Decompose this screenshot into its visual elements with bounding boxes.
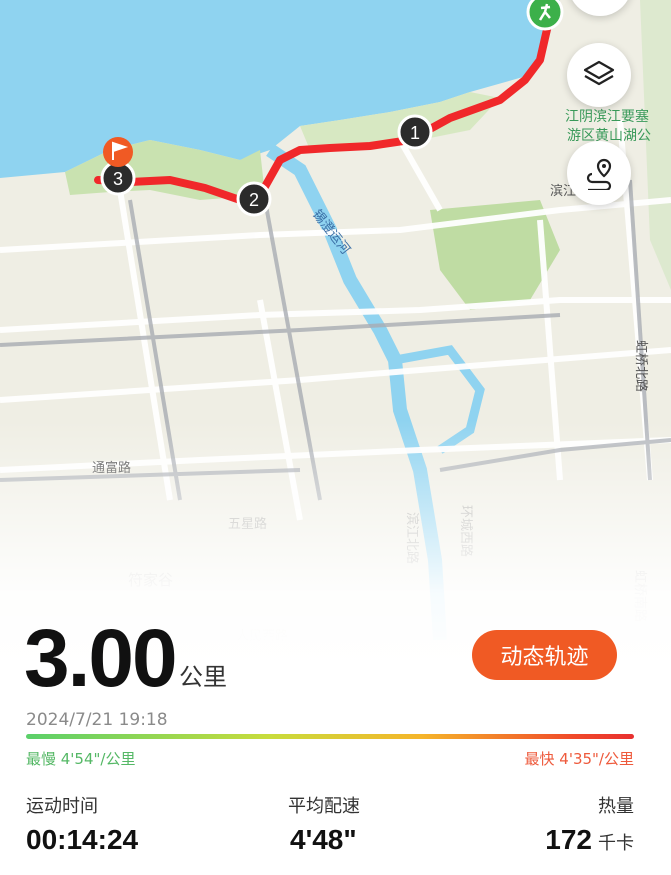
map-view[interactable]: 1 2 3 江阴滨江要塞 游区黄山湖公 滨江 锡澄运河 虹桥北路 通富路 五星路… (0, 0, 671, 875)
calorie-block: 172 千卡 (545, 824, 634, 856)
distance-unit: 公里 (179, 663, 227, 691)
calorie-unit: 千卡 (598, 833, 634, 854)
svg-text:游区黄山湖公: 游区黄山湖公 (567, 127, 651, 144)
route-pin-icon (586, 158, 612, 190)
start-runner-icon (526, 0, 564, 31)
km-marker-1: 1 (397, 114, 433, 150)
svg-text:人民西路: 人民西路 (236, 628, 288, 644)
workout-datetime: 2024/7/21 19:18 (26, 710, 168, 730)
svg-text:符家谷: 符家谷 (128, 571, 173, 589)
svg-text:环城西路: 环城西路 (458, 505, 474, 557)
svg-text:五星路: 五星路 (228, 516, 267, 532)
svg-text:中山: 中山 (571, 690, 586, 716)
svg-text:2: 2 (249, 190, 259, 210)
layers-icon (583, 60, 615, 86)
animate-track-button[interactable]: 动态轨迹 (472, 630, 617, 680)
map-layers-button[interactable] (567, 43, 631, 107)
finish-flag-icon (103, 137, 133, 167)
calorie-label: 热量 (598, 796, 634, 817)
route-button[interactable] (567, 141, 631, 205)
time-label: 运动时间 (26, 796, 98, 817)
pace-label: 平均配速 (288, 796, 360, 817)
svg-text:青山路: 青山路 (356, 695, 395, 711)
svg-text:虹桥南路: 虹桥南路 (632, 570, 648, 622)
distance-value: 3.00 (24, 613, 178, 704)
fastest-pace: 最快 4'35"/公里 (524, 750, 634, 768)
svg-text:滨江北路: 滨江北路 (404, 512, 420, 564)
time-value: 00:14:24 (26, 824, 139, 855)
slowest-pace: 最慢 4'54"/公里 (26, 750, 136, 768)
svg-text:通富路: 通富路 (92, 460, 131, 476)
svg-text:3: 3 (113, 169, 123, 189)
calorie-value: 172 (545, 824, 592, 855)
svg-text:虹桥北路: 虹桥北路 (633, 340, 649, 392)
pace-gradient-bar (26, 734, 634, 739)
svg-text:1: 1 (410, 123, 420, 143)
svg-text:江阴滨江要塞: 江阴滨江要塞 (565, 108, 649, 125)
pace-value: 4'48" (290, 824, 357, 855)
km-marker-2: 2 (236, 181, 272, 217)
